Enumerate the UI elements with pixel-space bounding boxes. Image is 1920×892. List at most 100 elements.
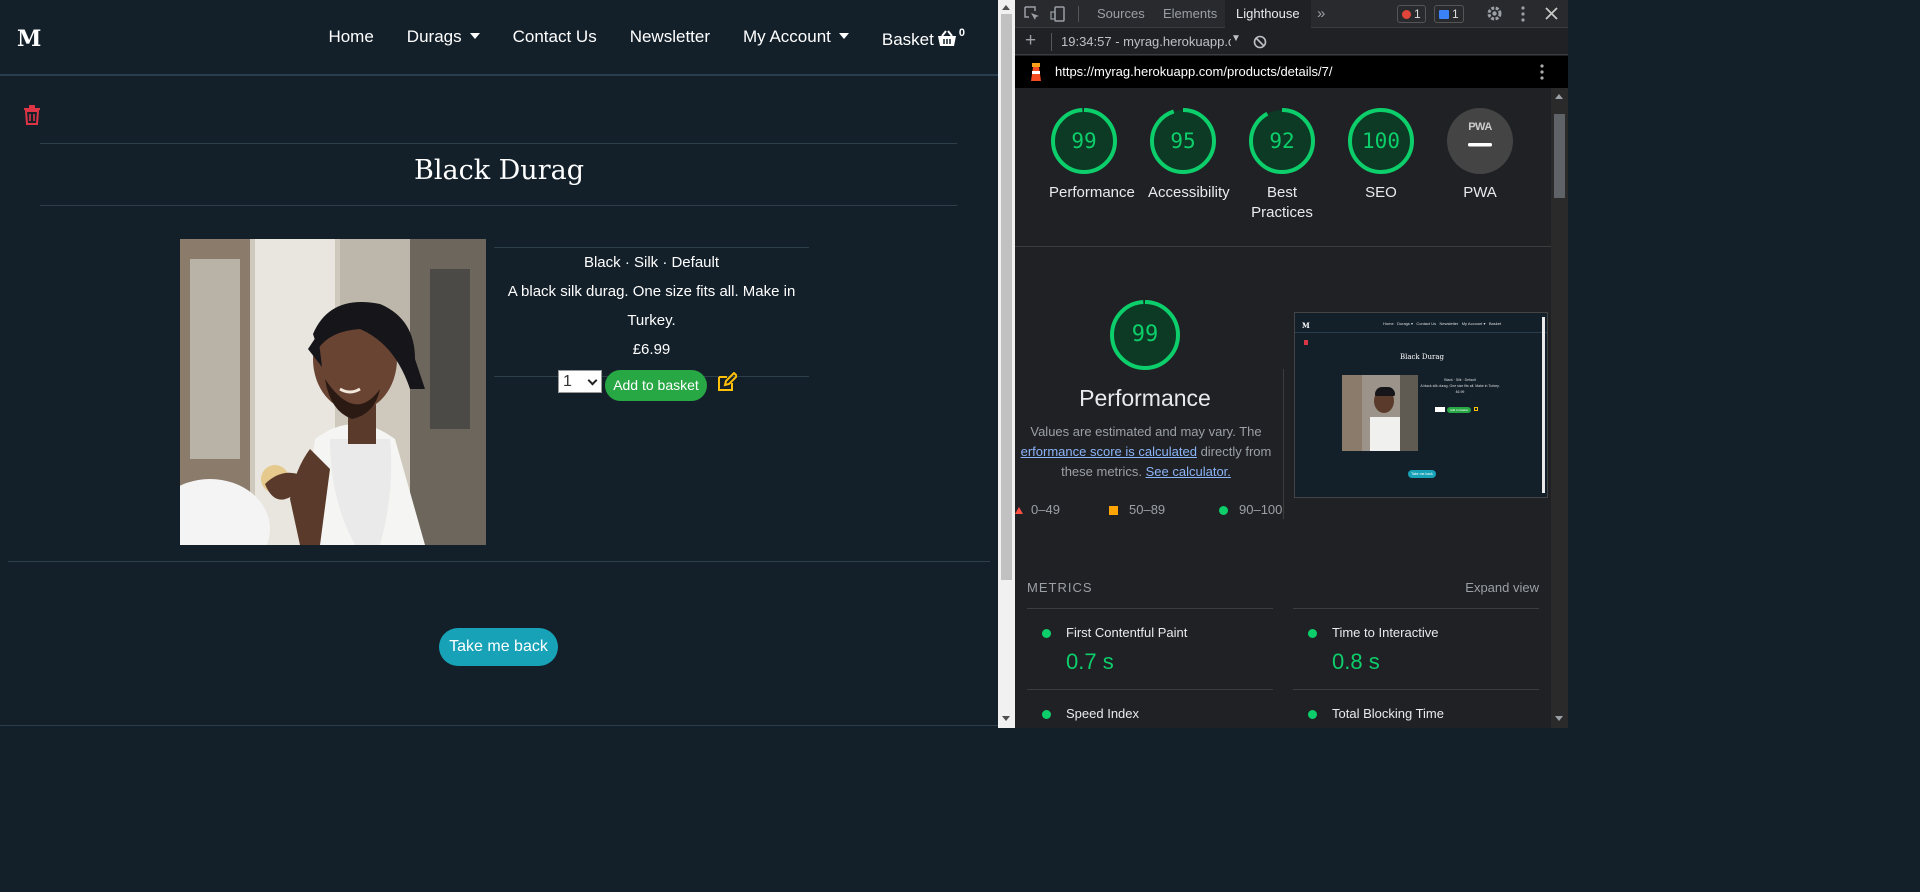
report-url: https://myrag.herokuapp.com/products/det… bbox=[1055, 64, 1333, 79]
scrollbar-thumb[interactable] bbox=[1554, 114, 1565, 198]
device-toolbar-icon[interactable] bbox=[1050, 6, 1066, 22]
expand-view-toggle[interactable]: Expand view bbox=[1465, 580, 1539, 595]
metric-name: Speed Index bbox=[1066, 706, 1140, 721]
nav-contact[interactable]: Contact Us bbox=[513, 27, 597, 50]
basket-icon bbox=[937, 30, 956, 46]
nav-home[interactable]: Home bbox=[328, 27, 373, 50]
kebab-menu-icon[interactable] bbox=[1537, 64, 1547, 80]
brand-logo[interactable]: M bbox=[17, 26, 41, 52]
close-icon[interactable] bbox=[1545, 7, 1558, 20]
thumb-nav: Home Durags ▾ Contact Us Newsletter My A… bbox=[1383, 321, 1502, 326]
gauge-label: Best Practices bbox=[1251, 184, 1313, 221]
dropdown-arrow-icon[interactable]: ▼ bbox=[1231, 33, 1241, 44]
scroll-up-arrow-icon[interactable] bbox=[1002, 5, 1010, 10]
divider bbox=[494, 247, 809, 248]
navbar: M Home Durags Contact Us Newsletter My A… bbox=[0, 0, 998, 76]
metric-value: 0.8 s bbox=[1332, 649, 1380, 674]
chevron-down-icon bbox=[587, 375, 598, 386]
error-icon bbox=[1402, 10, 1411, 19]
gauge-ring: PWA bbox=[1447, 108, 1513, 174]
performance-gauge: 99 bbox=[1108, 298, 1182, 372]
message-count-badge[interactable]: 1 bbox=[1434, 5, 1464, 23]
edit-icon[interactable] bbox=[717, 372, 737, 392]
clear-icon[interactable] bbox=[1253, 35, 1267, 49]
scrollbar-thumb[interactable] bbox=[1001, 14, 1012, 580]
legend-fail-label: 0–49 bbox=[1031, 502, 1060, 517]
see-calculator-link[interactable]: See calculator. bbox=[1146, 464, 1231, 479]
quantity-select[interactable]: 1 bbox=[558, 370, 602, 393]
performance-note: Values are estimated and may vary. The e… bbox=[1015, 422, 1287, 482]
divider bbox=[1015, 246, 1551, 247]
divider bbox=[0, 725, 998, 726]
legend-pass: 90–100 bbox=[1219, 502, 1282, 517]
product-title: Black Durag bbox=[414, 155, 584, 186]
pwa-badge-label: PWA bbox=[1468, 121, 1492, 133]
score-gauge[interactable]: 100 SEO bbox=[1346, 108, 1416, 203]
gear-icon[interactable] bbox=[1486, 5, 1503, 22]
inspect-element-icon[interactable] bbox=[1024, 6, 1040, 22]
gauge-score: 95 bbox=[1170, 129, 1196, 153]
tab-lighthouse[interactable]: Lighthouse bbox=[1225, 0, 1311, 28]
add-to-basket-button[interactable]: Add to basket bbox=[605, 370, 707, 401]
metric-item: First Contentful Paint 0.7 s bbox=[1027, 608, 1273, 674]
nav-account-dropdown[interactable]: My Account bbox=[743, 27, 849, 50]
note-text: Values are estimated and may vary. The bbox=[1030, 424, 1262, 439]
report-scrollbar[interactable] bbox=[1551, 88, 1568, 728]
score-calculated-link[interactable]: erformance score is calculated bbox=[1021, 444, 1197, 459]
metric-item: Time to Interactive 0.8 s bbox=[1293, 608, 1539, 674]
metric-value: 0.7 s bbox=[1066, 649, 1114, 674]
nav-basket-label: Basket bbox=[881, 30, 934, 49]
gauge-ring: 99 bbox=[1051, 108, 1117, 174]
lighthouse-report: 99 Performance 95 Accessibility 92 Best Pract… bbox=[1015, 88, 1551, 728]
product-description: A black silk durag. One size fits all. M… bbox=[507, 283, 796, 329]
scroll-down-arrow-icon[interactable] bbox=[1555, 716, 1563, 721]
more-tabs-icon[interactable]: » bbox=[1317, 0, 1325, 28]
thumb-title: Black Durag bbox=[1399, 353, 1445, 361]
metrics-header: METRICS bbox=[1027, 580, 1093, 595]
divider bbox=[1295, 332, 1547, 333]
thumb-qty-select bbox=[1435, 407, 1445, 412]
pass-circle-icon bbox=[1042, 710, 1051, 719]
product-attributes: Black · Silk · Default bbox=[583, 254, 720, 271]
metric-name: Time to Interactive bbox=[1332, 625, 1439, 640]
metric-name: First Contentful Paint bbox=[1066, 625, 1188, 640]
page-screenshot-thumbnail[interactable]: M Home Durags ▾ Contact Us Newsletter My… bbox=[1294, 312, 1548, 498]
legend-average-label: 50–89 bbox=[1129, 502, 1166, 517]
message-count: 1 bbox=[1452, 7, 1459, 21]
performance-title: Performance bbox=[1079, 385, 1211, 411]
legend-fail: 0–49 bbox=[1015, 502, 1060, 517]
basket-count-badge: 0 bbox=[958, 27, 965, 39]
score-gauge[interactable]: 99 Performance bbox=[1049, 108, 1135, 203]
website-viewport: M Home Durags Contact Us Newsletter My A… bbox=[0, 0, 998, 728]
report-url-bar: https://myrag.herokuapp.com/products/det… bbox=[1015, 56, 1568, 88]
metric-item: Total Blocking Time bbox=[1293, 689, 1539, 721]
thumb-details: Black · Silk · Default A black silk dura… bbox=[1420, 377, 1500, 395]
product-price: £6.99 bbox=[632, 341, 671, 358]
nav-newsletter[interactable]: Newsletter bbox=[630, 27, 710, 50]
trash-icon[interactable] bbox=[23, 105, 41, 125]
circle-icon bbox=[1219, 506, 1228, 515]
scroll-down-arrow-icon[interactable] bbox=[1002, 716, 1010, 721]
score-gauge[interactable]: PWA PWA bbox=[1445, 108, 1515, 203]
take-me-back-button[interactable]: Take me back bbox=[439, 628, 558, 666]
pass-circle-icon bbox=[1308, 710, 1317, 719]
score-gauge[interactable]: 92 Best Practices bbox=[1247, 108, 1317, 223]
divider bbox=[8, 561, 990, 562]
score-gauge[interactable]: 95 Accessibility bbox=[1148, 108, 1230, 203]
report-selector[interactable]: 19:34:57 - myrag.herokuapp.cc bbox=[1061, 34, 1231, 49]
plus-icon[interactable]: + bbox=[1025, 31, 1036, 51]
nav-basket[interactable]: Basket 0 bbox=[882, 27, 965, 50]
lighthouse-logo-icon bbox=[1031, 63, 1041, 81]
thumb-brand: M bbox=[1302, 321, 1310, 330]
scroll-up-arrow-icon[interactable] bbox=[1555, 94, 1563, 99]
gauge-label: Performance bbox=[1049, 184, 1135, 201]
devtools-panel: Sources Elements Lighthouse » 1 1 + 19:3… bbox=[1015, 0, 1568, 728]
kebab-menu-icon[interactable] bbox=[1518, 6, 1528, 22]
divider bbox=[1078, 6, 1079, 22]
tab-sources[interactable]: Sources bbox=[1097, 0, 1145, 28]
gauge-score: 100 bbox=[1362, 129, 1400, 153]
tab-elements[interactable]: Elements bbox=[1163, 0, 1217, 28]
nav-durags-dropdown[interactable]: Durags bbox=[407, 27, 480, 50]
page-scrollbar[interactable] bbox=[998, 0, 1015, 728]
error-count-badge[interactable]: 1 bbox=[1397, 5, 1426, 23]
